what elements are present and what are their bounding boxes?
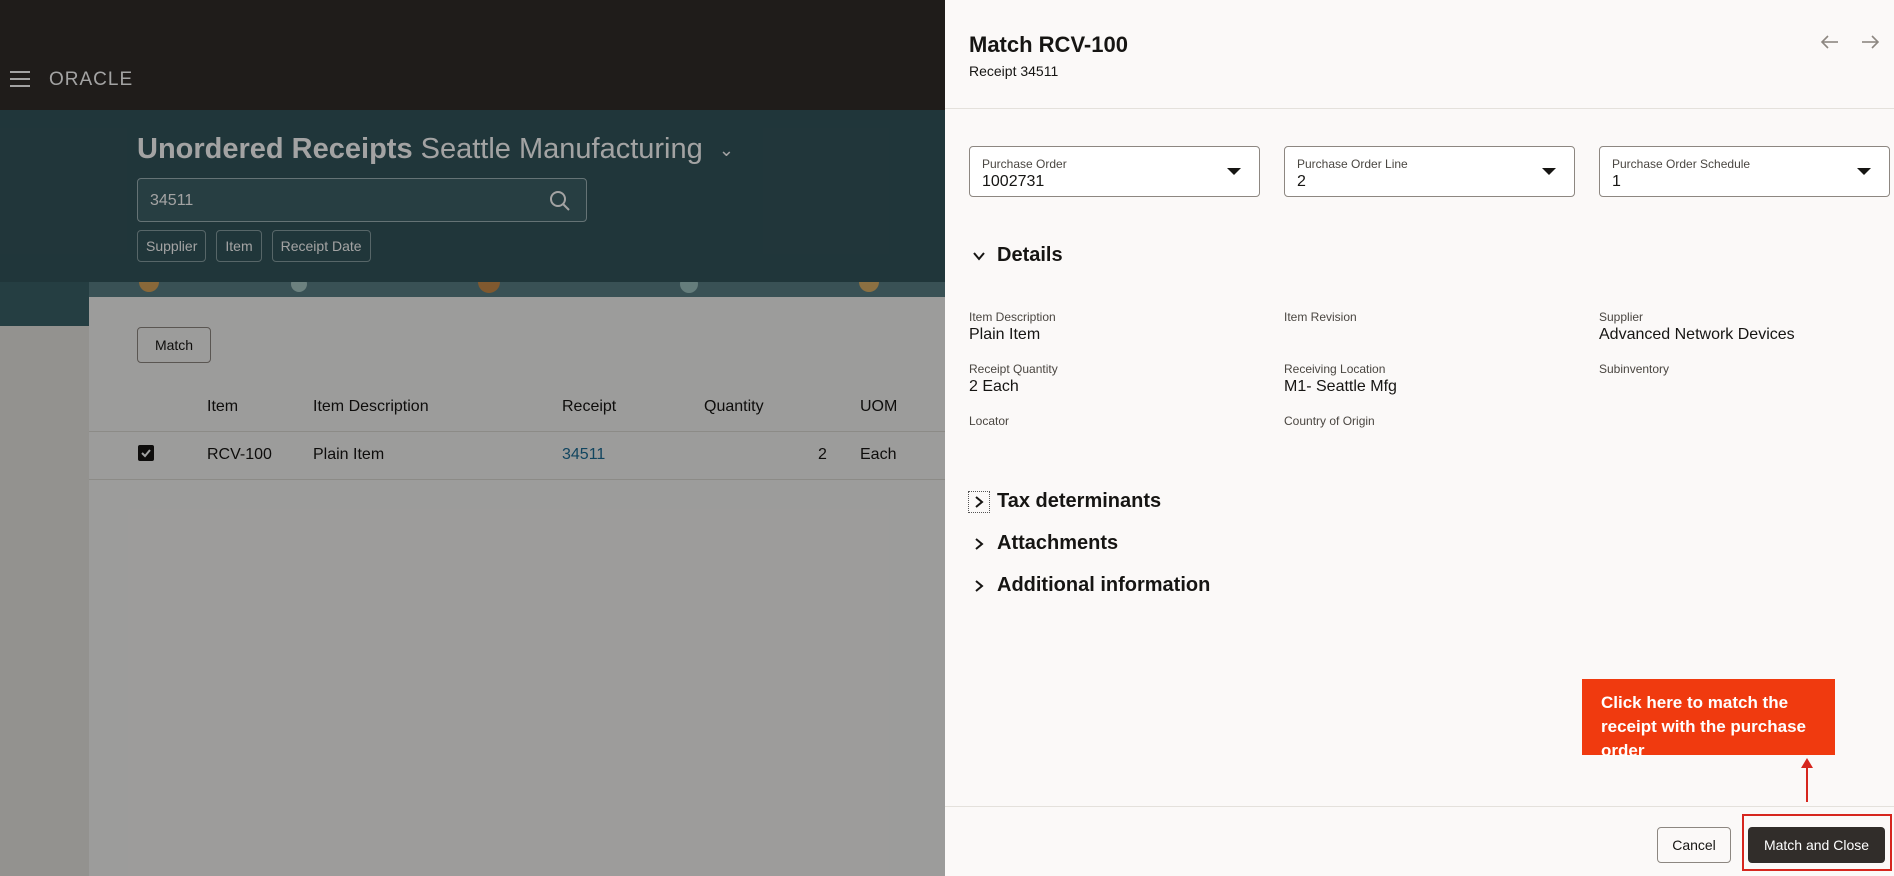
tax-determinants-section-header[interactable]: Tax determinants xyxy=(968,490,1162,513)
instruction-callout: Click here to match the receipt with the… xyxy=(1582,679,1835,760)
field-value-receipt-quantity: 2 Each xyxy=(969,378,1019,395)
field-label-locator: Locator xyxy=(969,414,1010,428)
footer-divider xyxy=(945,806,1894,807)
attachments-section-header[interactable]: Attachments xyxy=(969,532,1118,555)
purchase-order-label: Purchase Order xyxy=(982,157,1067,171)
highlight-box xyxy=(1742,814,1892,871)
chevron-down-icon[interactable] xyxy=(969,246,989,266)
additional-information-heading: Additional information xyxy=(997,574,1211,596)
details-section-header[interactable]: Details xyxy=(969,244,1063,267)
drawer-title: Match RCV-100 xyxy=(969,32,1128,57)
dropdown-caret-icon[interactable] xyxy=(1857,168,1871,175)
arrow-up-icon xyxy=(1801,758,1813,802)
chevron-right-icon[interactable] xyxy=(969,534,989,554)
arrow-left-icon[interactable] xyxy=(1818,30,1842,54)
field-label-supplier: Supplier xyxy=(1599,310,1644,324)
tax-determinants-heading: Tax determinants xyxy=(997,490,1162,512)
cancel-button[interactable]: Cancel xyxy=(1657,827,1731,863)
field-label-receiving-location: Receiving Location xyxy=(1284,362,1386,376)
field-label-item-description: Item Description xyxy=(969,310,1056,324)
purchase-order-line-label: Purchase Order Line xyxy=(1297,157,1408,171)
purchase-order-select[interactable]: Purchase Order 1002731 xyxy=(969,146,1260,197)
header-divider xyxy=(945,108,1894,109)
dropdown-caret-icon[interactable] xyxy=(1542,168,1556,175)
purchase-order-schedule-value: 1 xyxy=(1612,173,1621,190)
purchase-order-line-select[interactable]: Purchase Order Line 2 xyxy=(1284,146,1575,197)
additional-information-section-header[interactable]: Additional information xyxy=(969,574,1210,597)
modal-scrim[interactable] xyxy=(0,0,945,876)
field-value-item-description: Plain Item xyxy=(969,326,1041,343)
purchase-order-line-value: 2 xyxy=(1297,173,1306,190)
field-value-supplier: Advanced Network Devices xyxy=(1599,326,1795,343)
field-label-subinventory: Subinventory xyxy=(1599,362,1670,376)
purchase-order-schedule-select[interactable]: Purchase Order Schedule 1 xyxy=(1599,146,1890,197)
field-label-country-of-origin: Country of Origin xyxy=(1284,414,1375,428)
chevron-right-icon[interactable] xyxy=(968,490,990,513)
field-label-item-revision: Item Revision xyxy=(1284,310,1357,324)
chevron-right-icon[interactable] xyxy=(969,576,989,596)
arrow-right-icon[interactable] xyxy=(1858,30,1882,54)
details-heading: Details xyxy=(997,244,1063,266)
drawer-subtitle: Receipt 34511 xyxy=(969,63,1059,79)
dropdown-caret-icon[interactable] xyxy=(1227,168,1241,175)
match-drawer: Match RCV-100 Receipt 34511 Purchase Ord… xyxy=(945,0,1894,876)
purchase-order-value: 1002731 xyxy=(982,173,1045,190)
purchase-order-schedule-label: Purchase Order Schedule xyxy=(1612,157,1751,171)
field-value-receiving-location: M1- Seattle Mfg xyxy=(1284,378,1397,395)
attachments-heading: Attachments xyxy=(997,532,1119,554)
field-label-receipt-quantity: Receipt Quantity xyxy=(969,362,1058,376)
